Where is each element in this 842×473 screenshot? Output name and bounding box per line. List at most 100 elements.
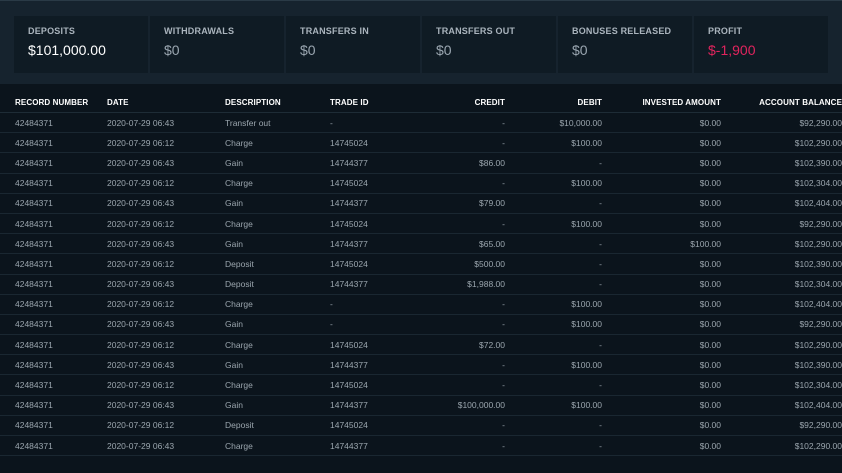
trade-id-cell: 14744377 <box>330 435 416 457</box>
credit-cell: $86.00 <box>416 152 505 174</box>
invested-amount-cell: $0.00 <box>602 193 721 214</box>
debit-cell: - <box>505 374 602 396</box>
invested-amount-cell: $0.00 <box>602 213 721 235</box>
debit-cell: - <box>505 193 602 214</box>
record-number-cell: 42484371 <box>0 314 107 336</box>
column-header-trade-id[interactable]: TRADE ID <box>330 92 416 113</box>
account-balance-cell: $92,290.00 <box>721 213 842 235</box>
trade-id-cell: 14745024 <box>330 253 416 275</box>
date-cell: 2020-07-29 06:12 <box>107 253 225 275</box>
description-cell: Deposit <box>225 415 330 437</box>
debit-cell: - <box>505 152 602 174</box>
table-row: 42484371 2020-07-29 06:12 Charge 14745024- $… <box>0 173 842 194</box>
record-number-cell: 42484371 <box>0 294 107 315</box>
date-cell: 2020-07-29 06:43 <box>107 193 225 214</box>
record-number-cell: 42484371 <box>0 435 107 457</box>
column-header-credit[interactable]: CREDIT <box>416 92 505 113</box>
date-cell: 2020-07-29 06:43 <box>107 314 225 336</box>
trade-id-cell: 14745024 <box>330 213 416 235</box>
card-label: BONUSES RELEASED <box>572 26 672 36</box>
card-transfers-in: TRANSFERS IN $0 <box>286 16 420 73</box>
account-balance-cell: $102,404.00 <box>721 395 842 416</box>
table-row: 42484371 2020-07-29 06:43 Gain 14744377 $65.… <box>0 233 842 255</box>
trade-id-cell: 14745024 <box>330 173 416 194</box>
table-row: 42484371 2020-07-29 06:12 Deposit 14745024-… <box>0 415 842 437</box>
account-balance-cell: $102,304.00 <box>721 274 842 295</box>
record-number-cell: 42484371 <box>0 415 107 437</box>
credit-cell: $65.00 <box>416 233 505 255</box>
credit-cell: - <box>416 354 505 376</box>
trade-id-cell: - <box>330 112 416 134</box>
table-row: 42484371 2020-07-29 06:12 Charge 14745024- -… <box>0 374 842 396</box>
description-cell: Gain <box>225 354 330 376</box>
column-header-debit[interactable]: DEBIT <box>505 92 602 113</box>
debit-cell: - <box>505 253 602 275</box>
account-balance-cell: $102,290.00 <box>721 132 842 154</box>
record-number-cell: 42484371 <box>0 253 107 275</box>
credit-cell: - <box>416 435 505 457</box>
summary-cards: DEPOSITS $101,000.00 WITHDRAWALS $0 TRAN… <box>14 16 828 73</box>
table-row: 42484371 2020-07-29 06:43 Transfer out - - $1… <box>0 112 842 134</box>
description-cell: Charge <box>225 213 330 235</box>
table-row: 42484371 2020-07-29 06:43 Gain 14744377 $86.… <box>0 152 842 174</box>
date-cell: 2020-07-29 06:12 <box>107 294 225 315</box>
trade-id-cell: 14744377 <box>330 395 416 416</box>
table-row: 42484371 2020-07-29 06:12 Charge 14745024- $… <box>0 132 842 154</box>
description-cell: Gain <box>225 314 330 336</box>
credit-cell: - <box>416 213 505 235</box>
trade-id-cell: - <box>330 294 416 315</box>
card-withdrawals: WITHDRAWALS $0 <box>150 16 284 73</box>
date-cell: 2020-07-29 06:43 <box>107 152 225 174</box>
invested-amount-cell: $0.00 <box>602 415 721 437</box>
debit-cell: - <box>505 415 602 437</box>
column-header-date[interactable]: DATE <box>107 92 225 113</box>
record-number-cell: 42484371 <box>0 213 107 235</box>
column-header-invested-amount[interactable]: INVESTED AMOUNT <box>602 92 721 113</box>
date-cell: 2020-07-29 06:43 <box>107 435 225 457</box>
invested-amount-cell: $100.00 <box>602 233 721 255</box>
credit-cell: - <box>416 173 505 194</box>
invested-amount-cell: $0.00 <box>602 314 721 336</box>
column-header-description[interactable]: DESCRIPTION <box>225 92 330 113</box>
record-number-cell: 42484371 <box>0 374 107 396</box>
debit-cell: $100.00 <box>505 213 602 235</box>
table-row: 42484371 2020-07-29 06:43 Gain 14744377 $79.… <box>0 193 842 214</box>
table-row: 42484371 2020-07-29 06:43 Gain 14744377- $10… <box>0 354 842 376</box>
card-transfers-out: TRANSFERS OUT $0 <box>422 16 556 73</box>
debit-cell: - <box>505 435 602 457</box>
trade-id-cell: 14744377 <box>330 354 416 376</box>
column-header-account-balance[interactable]: ACCOUNT BALANCE <box>721 92 842 113</box>
credit-cell: - <box>416 132 505 154</box>
account-balance-cell: $92,290.00 <box>721 314 842 336</box>
invested-amount-cell: $0.00 <box>602 395 721 416</box>
invested-amount-cell: $0.00 <box>602 112 721 134</box>
date-cell: 2020-07-29 06:12 <box>107 132 225 154</box>
column-header-record-number[interactable]: RECORD NUMBER <box>0 92 107 113</box>
account-balance-cell: $102,304.00 <box>721 173 842 194</box>
trade-id-cell: 14745024 <box>330 374 416 396</box>
invested-amount-cell: $0.00 <box>602 152 721 174</box>
debit-cell: $100.00 <box>505 132 602 154</box>
account-balance-cell: $102,404.00 <box>721 193 842 214</box>
card-value: $0 <box>436 42 452 58</box>
card-value: $0 <box>572 42 588 58</box>
account-balance-cell: $102,404.00 <box>721 294 842 315</box>
account-balance-cell: $102,290.00 <box>721 233 842 255</box>
debit-cell: $10,000.00 <box>505 112 602 134</box>
card-label: WITHDRAWALS <box>164 26 235 36</box>
date-cell: 2020-07-29 06:43 <box>107 395 225 416</box>
record-number-cell: 42484371 <box>0 395 107 416</box>
description-cell: Gain <box>225 233 330 255</box>
invested-amount-cell: $0.00 <box>602 294 721 315</box>
record-number-cell: 42484371 <box>0 112 107 134</box>
debit-cell: $100.00 <box>505 294 602 315</box>
card-value: $101,000.00 <box>28 42 106 58</box>
account-balance-cell: $102,304.00 <box>721 374 842 396</box>
card-label: PROFIT <box>708 26 743 36</box>
trade-id-cell: 14744377 <box>330 274 416 295</box>
description-cell: Transfer out <box>225 112 330 134</box>
description-cell: Gain <box>225 152 330 174</box>
credit-cell: $72.00 <box>416 334 505 356</box>
record-number-cell: 42484371 <box>0 152 107 174</box>
date-cell: 2020-07-29 06:43 <box>107 233 225 255</box>
